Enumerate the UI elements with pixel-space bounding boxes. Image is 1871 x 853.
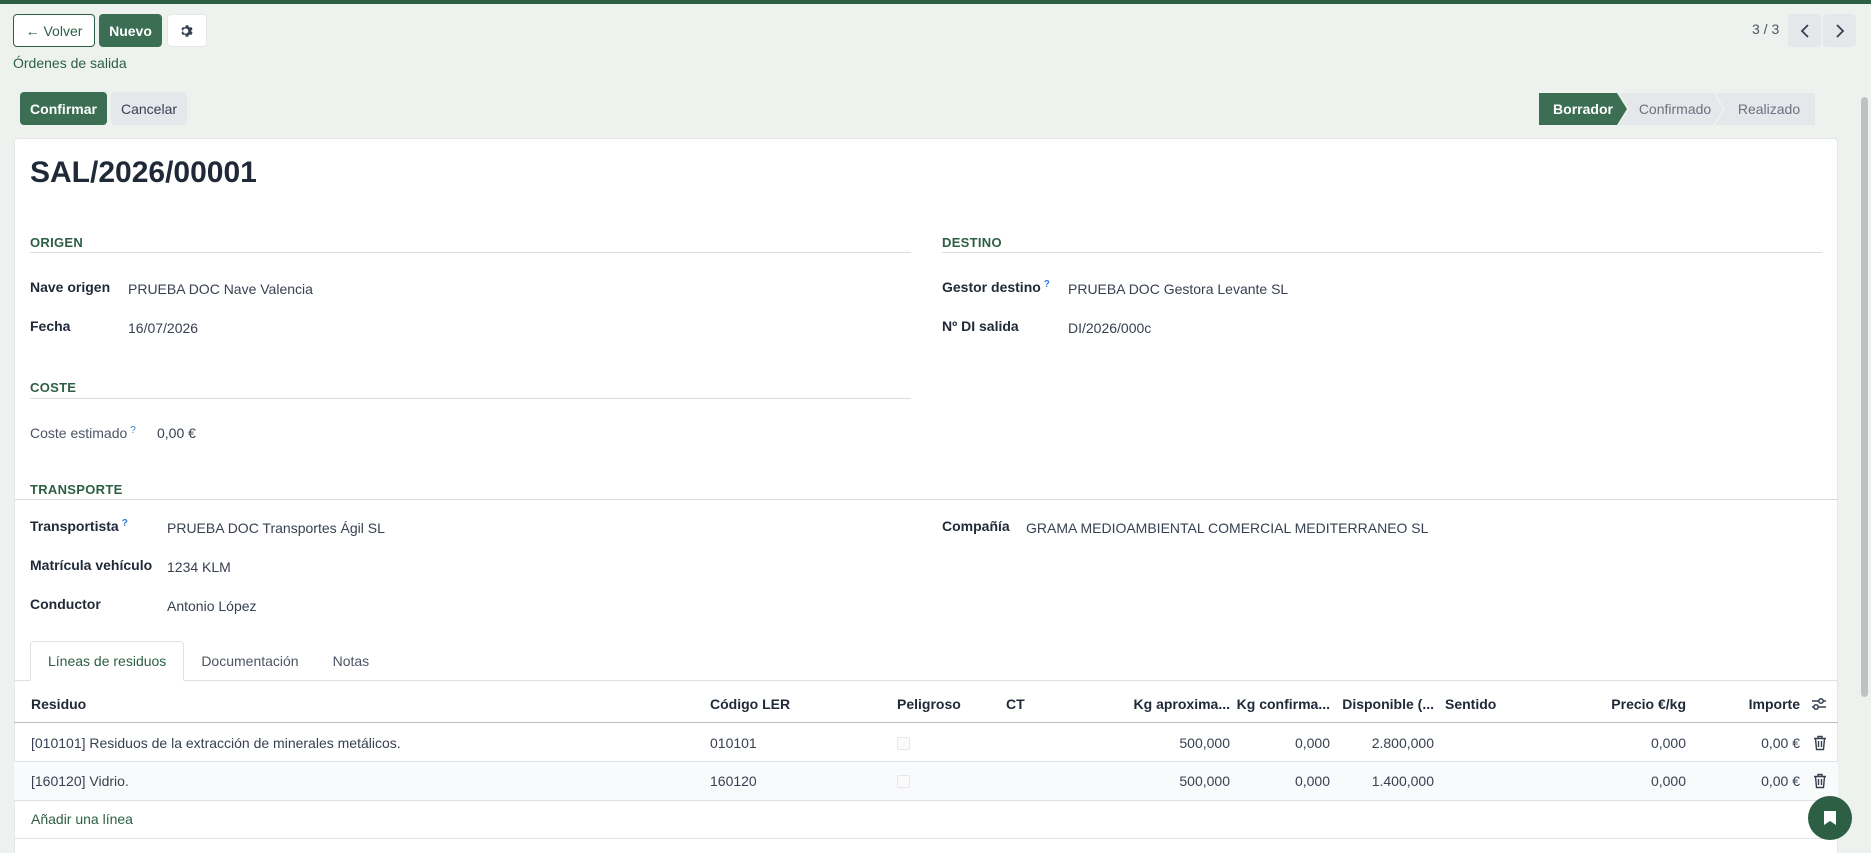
cell-kg-confirm[interactable]: 0,000 — [1236, 773, 1330, 789]
help-icon[interactable]: ? — [122, 518, 128, 529]
compania-label: Compañía — [942, 518, 1010, 534]
column-header-importe[interactable]: Importe — [1700, 696, 1800, 712]
di-salida-field[interactable]: DI/2026/000c — [1068, 320, 1151, 336]
section-divider — [30, 252, 911, 253]
column-header-peligroso[interactable]: Peligroso — [897, 696, 961, 712]
settings-sliders-icon[interactable] — [1811, 697, 1827, 711]
breadcrumb[interactable]: Órdenes de salida — [13, 55, 127, 71]
gear-icon — [181, 24, 193, 37]
di-salida-label: Nº DI salida — [942, 318, 1019, 334]
transportista-label-text: Transportista — [30, 518, 119, 534]
help-icon[interactable]: ? — [130, 425, 136, 436]
section-header-origin: ORIGEN — [30, 235, 84, 250]
table-footer-divider — [14, 838, 1838, 839]
transportista-label: Transportista? — [30, 518, 128, 534]
chat-icon — [1824, 811, 1836, 825]
peligroso-checkbox[interactable] — [897, 775, 910, 788]
table-row[interactable]: [010101] Residuos de la extracción de mi… — [14, 724, 1838, 762]
cell-kg-aprox[interactable]: 500,000 — [1100, 773, 1230, 789]
section-divider — [942, 252, 1822, 253]
column-header-residuo[interactable]: Residuo — [31, 696, 86, 712]
fecha-field[interactable]: 16/07/2026 — [128, 320, 198, 336]
add-line-link[interactable]: Añadir una línea — [31, 811, 133, 827]
cell-precio[interactable]: 0,000 — [1560, 773, 1686, 789]
section-divider — [14, 499, 1838, 500]
nave-origen-label: Nave origen — [30, 279, 111, 295]
confirm-button[interactable]: Confirmar — [20, 92, 107, 125]
cell-importe[interactable]: 0,00 € — [1700, 735, 1800, 751]
column-header-precio[interactable]: Precio €/kg — [1560, 696, 1686, 712]
cell-codigo-ler[interactable]: 160120 — [710, 773, 757, 789]
chevron-right-icon — [1835, 23, 1844, 38]
coste-estimado-label-text: Coste estimado — [30, 425, 128, 441]
back-button[interactable]: ← Volver — [13, 14, 95, 47]
cell-precio[interactable]: 0,000 — [1560, 735, 1686, 751]
peligroso-checkbox[interactable] — [897, 737, 910, 750]
gestor-destino-label: Gestor destino? — [942, 279, 1050, 295]
trash-icon[interactable] — [1813, 773, 1827, 789]
row-divider — [14, 800, 1838, 801]
coste-estimado-label: Coste estimado? — [30, 425, 136, 441]
compania-field[interactable]: GRAMA MEDIOAMBIENTAL COMERCIAL MEDITERRA… — [1026, 520, 1428, 536]
stage-borrador[interactable]: Borrador — [1539, 93, 1627, 125]
notebook-tabs: Líneas de residuos Documentación Notas — [30, 641, 386, 681]
record-title: SAL/2026/00001 — [30, 156, 257, 189]
settings-button[interactable] — [167, 14, 207, 47]
gestor-destino-label-text: Gestor destino — [942, 279, 1041, 295]
cell-kg-aprox[interactable]: 500,000 — [1100, 735, 1230, 751]
chevron-left-icon — [1800, 23, 1809, 38]
fecha-label: Fecha — [30, 318, 71, 334]
scrollbar-thumb[interactable] — [1861, 97, 1868, 697]
tab-notas[interactable]: Notas — [316, 641, 387, 681]
trash-icon[interactable] — [1813, 735, 1827, 751]
page-scrollbar[interactable] — [1857, 82, 1871, 853]
chat-button[interactable] — [1808, 796, 1852, 840]
top-accent-bar — [0, 0, 1871, 4]
table-header-divider — [14, 722, 1838, 723]
gestor-destino-field[interactable]: PRUEBA DOC Gestora Levante SL — [1068, 281, 1288, 297]
conductor-label: Conductor — [30, 596, 101, 612]
transportista-field[interactable]: PRUEBA DOC Transportes Ágil SL — [167, 520, 385, 536]
status-bar: Borrador Confirmado Realizado — [1539, 93, 1815, 125]
next-record-button[interactable] — [1823, 14, 1856, 47]
tab-lineas-residuos[interactable]: Líneas de residuos — [30, 641, 185, 681]
new-button[interactable]: Nuevo — [99, 14, 162, 47]
previous-record-button[interactable] — [1788, 14, 1821, 47]
column-header-codigo-ler[interactable]: Código LER — [710, 696, 790, 712]
matricula-field[interactable]: 1234 KLM — [167, 559, 231, 575]
stage-realizado[interactable]: Realizado — [1715, 93, 1815, 125]
column-header-disponible[interactable]: Disponible (... — [1336, 696, 1434, 712]
cell-codigo-ler[interactable]: 010101 — [710, 735, 757, 751]
table-row[interactable]: [160120] Vidrio. 160120 500,000 0,000 1.… — [14, 762, 1838, 800]
column-header-kg-aprox[interactable]: Kg aproxima... — [1100, 696, 1230, 712]
help-icon[interactable]: ? — [1044, 279, 1050, 290]
pager-counter[interactable]: 3 / 3 — [1752, 21, 1779, 37]
section-header-transport: TRANSPORTE — [30, 482, 123, 497]
section-header-destination: DESTINO — [942, 235, 1002, 250]
section-header-cost: COSTE — [30, 380, 77, 395]
column-header-kg-confirm[interactable]: Kg confirma... — [1236, 696, 1330, 712]
cell-residuo[interactable]: [160120] Vidrio. — [31, 773, 129, 789]
column-header-sentido[interactable]: Sentido — [1445, 696, 1496, 712]
column-header-ct[interactable]: CT — [1006, 696, 1025, 712]
cell-disponible[interactable]: 1.400,000 — [1336, 773, 1434, 789]
conductor-field[interactable]: Antonio López — [167, 598, 257, 614]
tab-documentacion[interactable]: Documentación — [184, 641, 315, 681]
coste-estimado-value: 0,00 € — [157, 425, 196, 441]
cancel-button[interactable]: Cancelar — [111, 92, 187, 125]
cell-kg-confirm[interactable]: 0,000 — [1236, 735, 1330, 751]
cell-importe[interactable]: 0,00 € — [1700, 773, 1800, 789]
matricula-label: Matrícula vehículo — [30, 557, 153, 573]
cell-disponible[interactable]: 2.800,000 — [1336, 735, 1434, 751]
nave-origen-field[interactable]: PRUEBA DOC Nave Valencia — [128, 281, 313, 297]
stage-confirmado[interactable]: Confirmado — [1619, 93, 1723, 125]
section-divider — [30, 398, 911, 399]
cell-residuo[interactable]: [010101] Residuos de la extracción de mi… — [31, 735, 401, 751]
